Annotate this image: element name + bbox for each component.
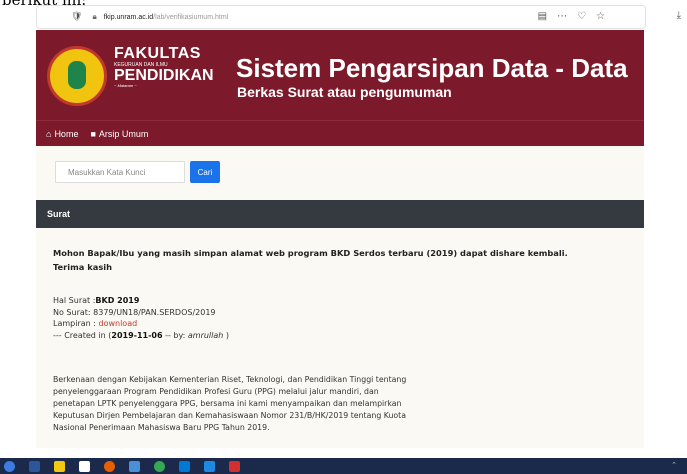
taskbar-app-icon[interactable] [154,460,165,472]
post-body: Berkenaan dengan Kebijakan Kementerian R… [53,375,407,432]
system-tray-icon[interactable]: ⌃ [671,461,677,469]
page-title: Sistem Pengarsipan Data - Data [236,53,628,83]
taskbar-app-icon[interactable] [29,460,40,472]
search-button[interactable]: Cari [190,161,220,183]
navbar: ⌂ Home ■ Arsip Umum [36,120,644,146]
taskbar-app-icon[interactable] [229,460,240,472]
address-bar[interactable]: 🛡︎ 🔒︎ fkip.unram.ac.id/lab/verifikasiumu… [36,5,646,29]
lock-icon: 🔒︎ [92,12,97,21]
section-header: Surat [36,200,644,228]
university-logo [47,46,107,106]
shield-icon[interactable]: 🛡︎ [71,12,82,22]
more-icon[interactable]: ⋯ [557,11,567,22]
taskbar-app-icon[interactable] [54,460,65,472]
faculty-logotype: FAKULTAS KEGURUAN DAN ILMU PENDIDIKAN ~ … [114,45,214,89]
start-icon[interactable] [4,460,15,472]
pocket-icon[interactable]: ♡ [577,11,586,22]
star-icon[interactable]: ☆ [596,11,605,22]
url-text[interactable]: fkip.unram.ac.id/lab/verifikasiumum.html [104,14,229,21]
taskbar-app-icon[interactable] [204,460,215,472]
site-header: FAKULTAS KEGURUAN DAN ILMU PENDIDIKAN ~ … [36,30,644,120]
home-icon: ⌂ [46,128,52,139]
web-page: FAKULTAS KEGURUAN DAN ILMU PENDIDIKAN ~ … [36,30,644,448]
search-input[interactable] [55,161,185,183]
nav-home[interactable]: ⌂ Home [46,129,78,139]
taskbar: ⌃ [0,458,687,474]
post-meta: Hal Surat :BKD 2019 No Surat: 8379/UN18/… [53,296,230,340]
taskbar-app-icon[interactable] [129,460,140,472]
page-subtitle: Berkas Surat atau pengumuman [237,84,452,100]
nav-arsip-umum[interactable]: ■ Arsip Umum [90,129,148,139]
taskbar-app-icon[interactable] [104,460,115,472]
taskbar-app-icon[interactable] [79,460,90,472]
reader-icon[interactable]: ▤ [538,11,547,22]
download-link[interactable]: download [99,319,138,328]
taskbar-app-icon[interactable] [179,460,190,472]
folder-icon: ■ [90,128,96,139]
post-heading: Mohon Bapak/Ibu yang masih simpan alamat… [53,248,568,272]
download-icon[interactable]: ⤓ [677,10,681,21]
